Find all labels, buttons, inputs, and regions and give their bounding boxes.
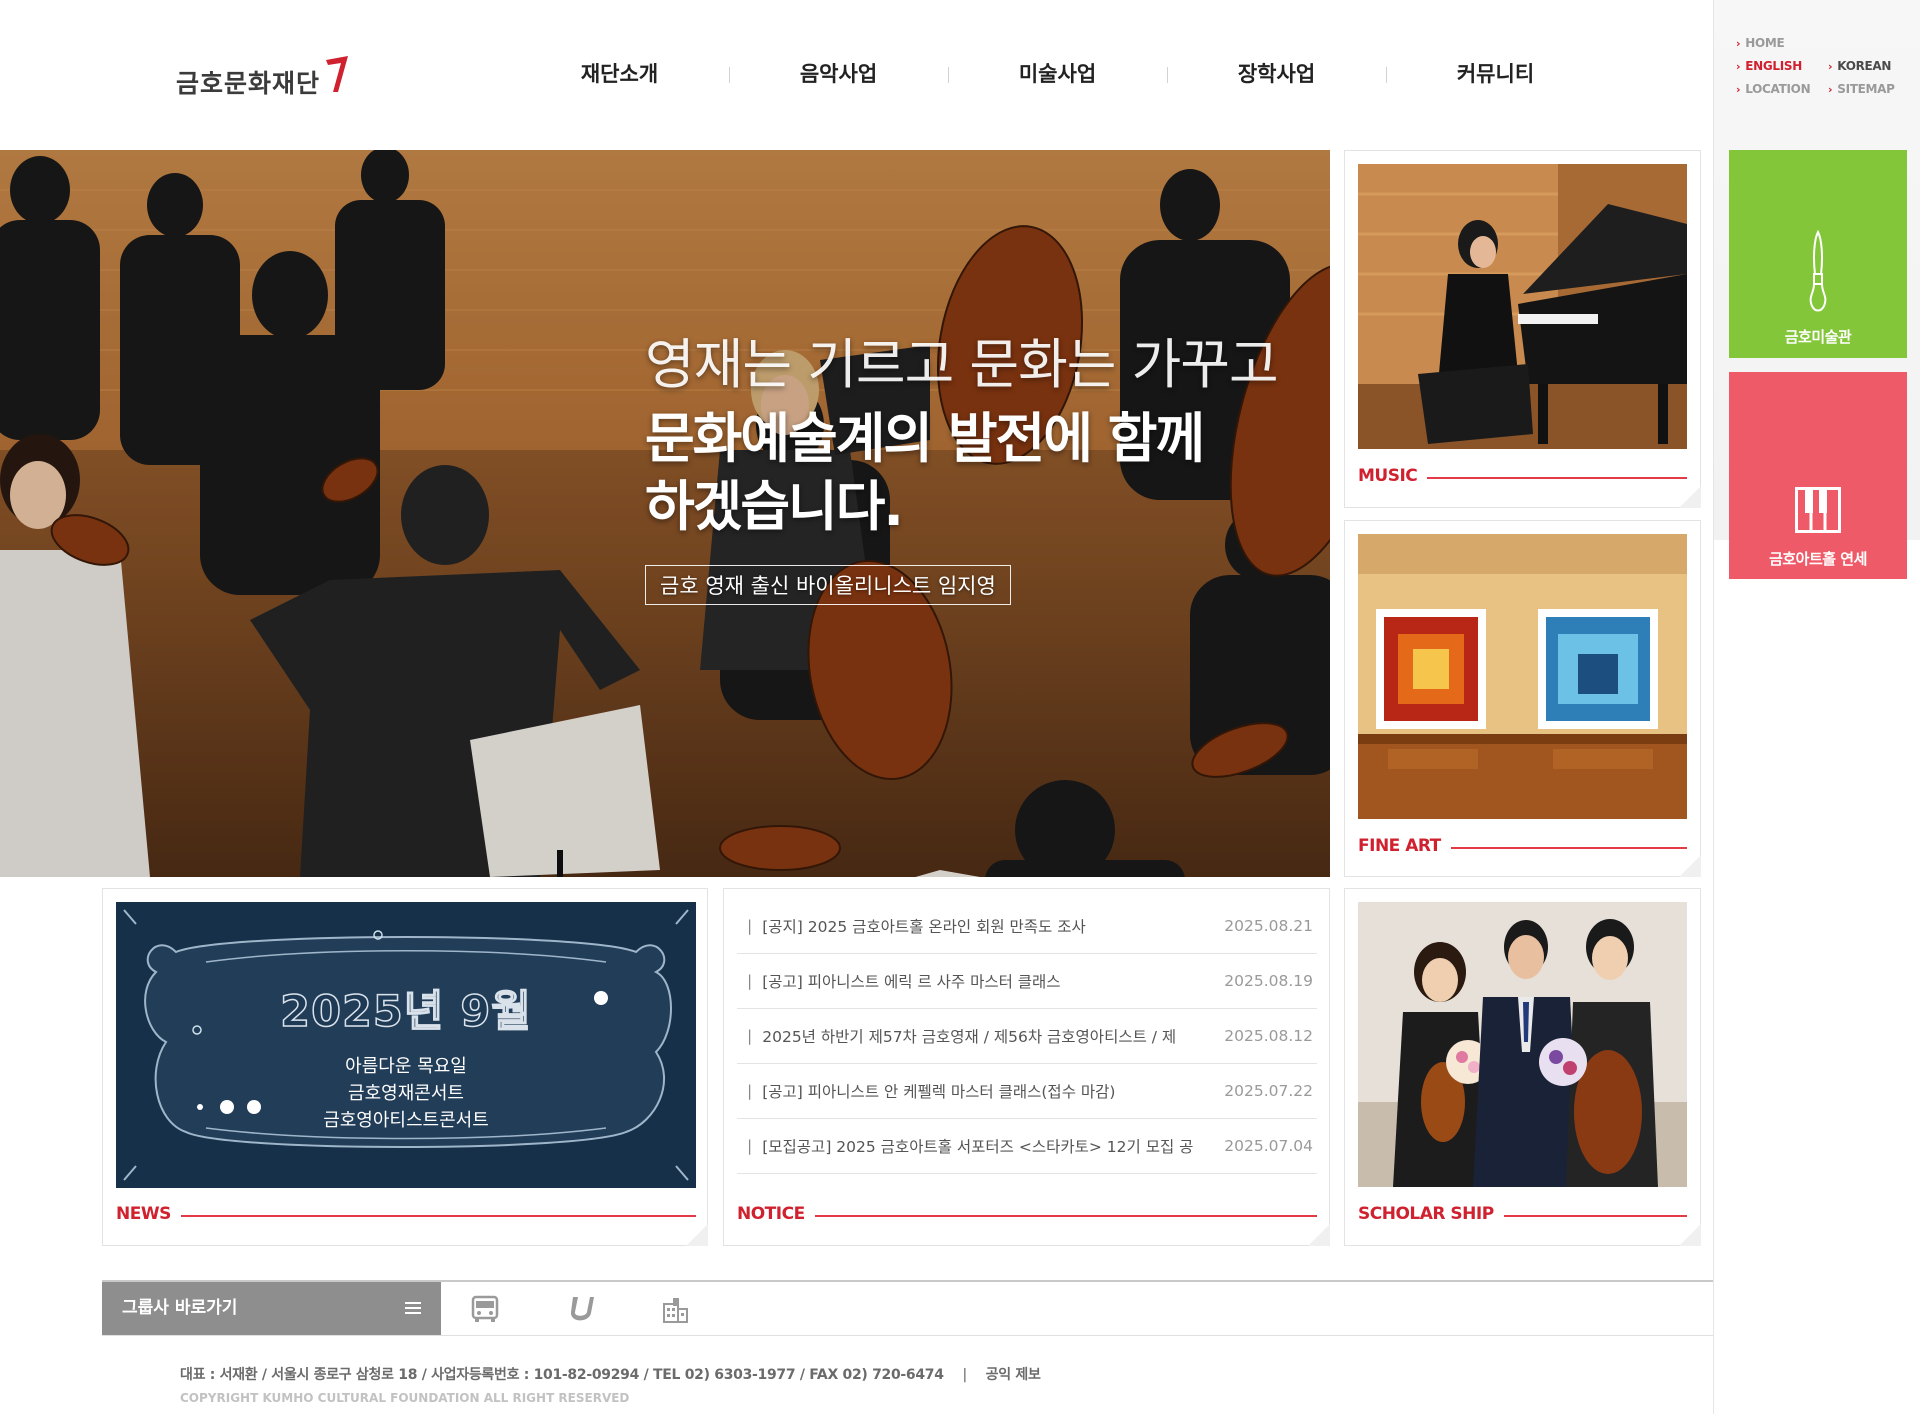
- notice-item[interactable]: | 2025년 하반기 제57차 금호영재 / 제56차 금호영아티스트 / 제…: [737, 1009, 1317, 1064]
- card-corner: [1679, 486, 1701, 508]
- hero-banner[interactable]: 영재는 기르고 문화는 가꾸고 문화예술계의 발전에 함께 하겠습니다. 금호 …: [0, 150, 1330, 877]
- music-photo: [1358, 164, 1687, 449]
- utility-links: › HOME › ENGLISH › KOREAN › LOCATION › SITEMA…: [1736, 36, 1916, 96]
- music-label: MUSIC: [1358, 466, 1428, 486]
- footer-separator: |: [962, 1367, 968, 1383]
- quick-link-art-hall[interactable]: 금호아트홀 연세: [1729, 372, 1907, 579]
- news-banner-line: 아름다운 목요일: [345, 1056, 467, 1077]
- card-corner: [1679, 855, 1701, 877]
- site-logo[interactable]: 금호문화재단: [176, 54, 352, 100]
- hero-headline-bold: 문화예술계의 발전에 함께 하겠습니다.: [645, 407, 1205, 538]
- card-corner: [1308, 1224, 1330, 1246]
- notice-title: [공지] 2025 금호아트홀 온라인 회원 만족도 조사: [762, 918, 1086, 936]
- hamburger-menu-icon: [405, 1302, 421, 1314]
- chevron-right-icon: ›: [1828, 59, 1833, 73]
- quick-link-art-hall-label: 금호아트홀 연세: [1769, 550, 1867, 568]
- paintbrush-icon: [1809, 230, 1827, 312]
- notice-card: | [공지] 2025 금호아트홀 온라인 회원 만족도 조사 2025.08.…: [723, 888, 1330, 1246]
- list-bullet: |: [747, 917, 753, 935]
- scholarship-divider: [1477, 1215, 1687, 1217]
- util-sitemap-link[interactable]: › SITEMAP: [1828, 82, 1916, 96]
- fine-art-divider: [1431, 847, 1687, 849]
- music-card[interactable]: MUSIC: [1344, 150, 1701, 508]
- list-bullet: |: [747, 1137, 753, 1155]
- quick-link-gallery[interactable]: 금호미술관: [1729, 150, 1907, 358]
- fine-art-photo: [1358, 534, 1687, 819]
- util-korean-label: KOREAN: [1837, 59, 1892, 73]
- logo-mark-icon: [326, 56, 349, 92]
- notice-date: 2025.07.04: [1224, 1137, 1313, 1155]
- scholarship-card[interactable]: SCHOLAR SHIP: [1344, 888, 1701, 1246]
- u-logo-icon[interactable]: [567, 1294, 597, 1324]
- notice-date: 2025.08.21: [1224, 917, 1313, 935]
- main-navigation: 재단소개 음악사업 미술사업 장학사업 커뮤니티: [510, 56, 1610, 92]
- chevron-right-icon: ›: [1736, 36, 1741, 50]
- notice-item[interactable]: | [공지] 2025 금호아트홀 온라인 회원 만족도 조사 2025.08.…: [737, 899, 1317, 954]
- nav-community[interactable]: 커뮤니티: [1386, 56, 1605, 92]
- news-banner[interactable]: 2025년 9월 아름다운 목요일 금호영재콘서트 금호영아티스트콘서트: [116, 902, 696, 1188]
- news-banner-title: 2025년 9월: [279, 986, 532, 1038]
- chevron-right-icon: ›: [1828, 82, 1833, 96]
- scholarship-photo: [1358, 902, 1687, 1187]
- card-corner: [686, 1224, 708, 1246]
- right-utility-column: › HOME › ENGLISH › KOREAN › LOCATION › SITEMA…: [1713, 0, 1920, 1414]
- util-sitemap-label: SITEMAP: [1837, 82, 1895, 96]
- notice-item[interactable]: | [공고] 피아니스트 에릭 르 사주 마스터 클래스 2025.08.19: [737, 954, 1317, 1009]
- notice-title: 2025년 하반기 제57차 금호영재 / 제56차 금호영아티스트 / 제: [762, 1028, 1177, 1046]
- building-icon[interactable]: [660, 1294, 690, 1324]
- notice-date: 2025.08.19: [1224, 972, 1313, 990]
- news-divider: [173, 1215, 696, 1217]
- notice-title: [공고] 피아니스트 안 케펠렉 마스터 클래스(접수 마감): [762, 1083, 1116, 1101]
- notice-item[interactable]: | [모집공고] 2025 금호아트홀 서포터즈 <스타카토> 12기 모집 공…: [737, 1119, 1317, 1174]
- notice-title: [공고] 피아니스트 에릭 르 사주 마스터 클래스: [762, 973, 1061, 991]
- news-banner-line: 금호영아티스트콘서트: [323, 1110, 489, 1131]
- notice-title: [모집공고] 2025 금호아트홀 서포터즈 <스타카토> 12기 모집 공: [762, 1138, 1194, 1156]
- footer-address: 대표 : 서재환 / 서울시 종로구 삼청로 18 / 사업자등록번호 : 10…: [180, 1367, 944, 1383]
- notice-label[interactable]: NOTICE: [737, 1204, 815, 1224]
- card-corner: [1679, 1224, 1701, 1246]
- list-bullet: |: [747, 1027, 753, 1045]
- notice-divider: [810, 1215, 1317, 1217]
- hero-caption: 금호 영재 출신 바이올리니스트 임지영: [645, 565, 1011, 605]
- chevron-right-icon: ›: [1736, 82, 1741, 96]
- group-sites-bar: 그룹사 바로가기: [102, 1280, 1713, 1336]
- nav-scholarship[interactable]: 장학사업: [1167, 56, 1386, 92]
- notice-date: 2025.08.12: [1224, 1027, 1313, 1045]
- quick-link-gallery-label: 금호미술관: [1784, 328, 1852, 346]
- footer-info: 대표 : 서재환 / 서울시 종로구 삼청로 18 / 사업자등록번호 : 10…: [180, 1364, 1041, 1384]
- fine-art-card[interactable]: FINE ART: [1344, 520, 1701, 877]
- public-report-link[interactable]: 공익 제보: [986, 1367, 1041, 1383]
- hero-copy: 영재는 기르고 문화는 가꾸고 문화예술계의 발전에 함께 하겠습니다. 금호 …: [645, 320, 1279, 605]
- news-label: NEWS: [116, 1204, 181, 1224]
- nav-music[interactable]: 음악사업: [729, 56, 948, 92]
- group-sites-label: 그룹사 바로가기: [122, 1298, 238, 1318]
- hero-headline-light: 영재는 기르고 문화는 가꾸고: [645, 333, 1279, 396]
- notice-list: | [공지] 2025 금호아트홀 온라인 회원 만족도 조사 2025.08.…: [737, 899, 1317, 1174]
- piano-keys-icon: [1795, 487, 1841, 533]
- group-sites-button[interactable]: 그룹사 바로가기: [102, 1282, 441, 1335]
- util-home-link[interactable]: › HOME: [1736, 36, 1828, 50]
- news-banner-line: 금호영재콘서트: [348, 1083, 464, 1104]
- util-english-label: ENGLISH: [1745, 59, 1803, 73]
- music-divider: [1415, 477, 1687, 479]
- scholarship-label: SCHOLAR SHIP: [1358, 1204, 1504, 1224]
- fine-art-label: FINE ART: [1358, 836, 1451, 856]
- footer-copyright: COPYRIGHT KUMHO CULTURAL FOUNDATION ALL …: [180, 1391, 630, 1405]
- util-korean-link[interactable]: › KOREAN: [1828, 59, 1916, 73]
- util-english-link[interactable]: › ENGLISH: [1736, 59, 1828, 73]
- notice-item[interactable]: | [공고] 피아니스트 안 케펠렉 마스터 클래스(접수 마감) 2025.0…: [737, 1064, 1317, 1119]
- util-location-label: LOCATION: [1745, 82, 1811, 96]
- nav-foundation[interactable]: 재단소개: [510, 56, 729, 92]
- util-home-label: HOME: [1745, 36, 1785, 50]
- nav-art[interactable]: 미술사업: [948, 56, 1167, 92]
- chevron-right-icon: ›: [1736, 59, 1741, 73]
- util-location-link[interactable]: › LOCATION: [1736, 82, 1828, 96]
- list-bullet: |: [747, 972, 753, 990]
- logo-text: 금호문화재단: [176, 69, 321, 98]
- list-bullet: |: [747, 1082, 753, 1100]
- bus-icon[interactable]: [470, 1294, 500, 1324]
- news-banner-frame: [116, 902, 696, 1188]
- news-card[interactable]: 2025년 9월 아름다운 목요일 금호영재콘서트 금호영아티스트콘서트 NEW…: [102, 888, 708, 1246]
- notice-date: 2025.07.22: [1224, 1082, 1313, 1100]
